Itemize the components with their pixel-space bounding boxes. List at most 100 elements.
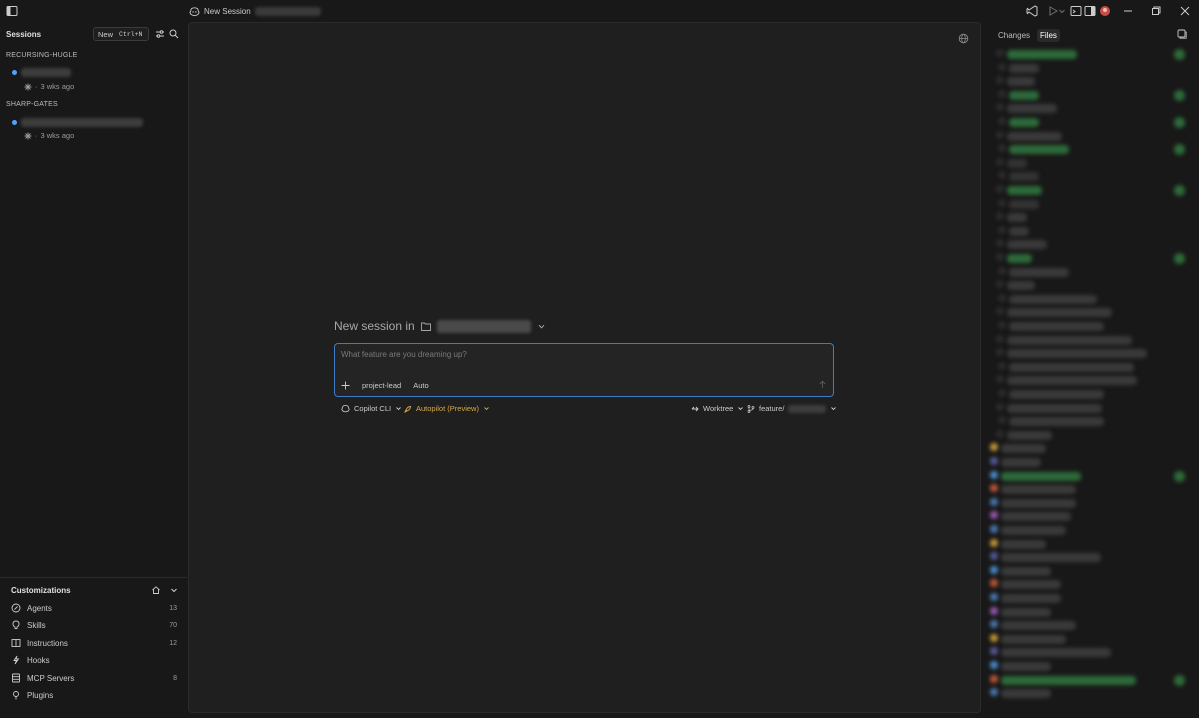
count: 70 xyxy=(169,621,177,629)
globe-icon[interactable] xyxy=(958,33,969,44)
tree-item[interactable] xyxy=(1007,335,1132,345)
agent-picker[interactable]: project-lead xyxy=(362,381,401,390)
tree-item[interactable] xyxy=(1001,675,1136,685)
tab-changes[interactable]: Changes xyxy=(995,29,1033,42)
prompt-input[interactable] xyxy=(341,350,821,359)
tree-item[interactable] xyxy=(1009,362,1134,372)
tree-item[interactable] xyxy=(1007,131,1062,141)
tree-item[interactable] xyxy=(1007,104,1057,114)
tree-item[interactable] xyxy=(1001,458,1041,467)
tree-item[interactable] xyxy=(1009,145,1069,155)
chevron-down-icon[interactable] xyxy=(169,585,179,595)
home-icon[interactable] xyxy=(151,585,161,595)
tree-item[interactable] xyxy=(1001,594,1061,603)
tree-item[interactable] xyxy=(1001,648,1111,658)
tree-item-icon xyxy=(996,334,1004,343)
tree-item[interactable] xyxy=(1007,240,1047,250)
vscode-icon[interactable] xyxy=(1026,5,1038,17)
tree-item[interactable] xyxy=(1001,444,1046,454)
worktree-icon xyxy=(691,406,699,411)
customization-plugins[interactable]: Plugins xyxy=(11,688,177,702)
tree-item[interactable] xyxy=(1001,662,1051,671)
tree-item-icon xyxy=(998,117,1006,125)
customization-hooks[interactable]: Hooks xyxy=(11,653,177,667)
close-icon[interactable] xyxy=(1179,5,1191,17)
redacted-folder-name[interactable] xyxy=(436,319,531,333)
tree-item[interactable] xyxy=(1009,226,1029,236)
tree-item-icon xyxy=(996,429,1004,438)
account-icon[interactable] xyxy=(1099,5,1111,17)
tree-item[interactable] xyxy=(1009,267,1069,277)
tree-item[interactable] xyxy=(1001,526,1066,535)
tree-item[interactable] xyxy=(1009,199,1039,209)
collapse-all-icon[interactable] xyxy=(1177,29,1187,39)
tree-item[interactable] xyxy=(1001,621,1076,631)
tab-files[interactable]: Files xyxy=(1037,29,1060,42)
tree-item[interactable] xyxy=(1001,512,1071,522)
branch-picker[interactable]: feature/ xyxy=(747,404,837,413)
tree-item[interactable] xyxy=(1007,376,1137,386)
tree-item[interactable] xyxy=(1009,294,1097,304)
tree-item[interactable] xyxy=(1007,308,1112,318)
tree-item[interactable] xyxy=(1001,553,1101,563)
chevron-down-icon xyxy=(831,407,837,411)
tree-item[interactable] xyxy=(1007,349,1147,359)
tree-item[interactable] xyxy=(1001,471,1081,481)
tree-item[interactable] xyxy=(1001,580,1061,590)
agents-icon xyxy=(11,603,21,613)
filter-icon[interactable] xyxy=(155,29,165,39)
tree-item[interactable] xyxy=(1007,403,1102,413)
backend-picker[interactable]: Copilot CLI xyxy=(341,404,402,413)
skills-icon xyxy=(12,620,20,629)
customization-agents[interactable]: Agents 13 xyxy=(11,601,177,615)
tree-item[interactable] xyxy=(1009,417,1104,427)
tree-item[interactable] xyxy=(1007,50,1077,59)
tree-item[interactable] xyxy=(1007,186,1042,195)
mode-picker[interactable]: Autopilot (Preview) xyxy=(404,404,490,413)
restore-icon[interactable] xyxy=(1150,5,1162,17)
tree-item[interactable] xyxy=(1001,485,1076,495)
chevron-down-icon[interactable] xyxy=(537,322,546,331)
tree-item[interactable] xyxy=(1007,430,1052,440)
tree-item[interactable] xyxy=(1001,539,1046,549)
tree-item[interactable] xyxy=(1001,498,1076,508)
tree-item-icon xyxy=(998,171,1006,180)
tree-item[interactable] xyxy=(1009,63,1039,73)
tree-item[interactable] xyxy=(1009,90,1039,100)
tree-item[interactable] xyxy=(1007,254,1032,263)
chevron-down-icon[interactable] xyxy=(1058,5,1066,17)
terminal-icon[interactable] xyxy=(1070,5,1082,17)
send-arrow-icon[interactable] xyxy=(818,380,827,389)
session-item[interactable]: · 3 wks ago xyxy=(0,117,187,143)
tree-item[interactable] xyxy=(1007,281,1035,291)
tree-item-icon xyxy=(996,49,1004,57)
main-panel: New session in project-lead Auto Copilot… xyxy=(188,22,981,713)
search-icon[interactable] xyxy=(169,29,179,39)
model-picker[interactable]: Auto xyxy=(413,381,428,390)
sidebar-toggle-icon[interactable] xyxy=(6,5,18,17)
session-item[interactable]: · 3 wks ago xyxy=(0,66,187,92)
worktree-picker[interactable]: Worktree xyxy=(691,404,744,413)
tree-item[interactable] xyxy=(1001,689,1051,699)
count: 12 xyxy=(169,639,177,647)
add-icon[interactable] xyxy=(341,381,350,390)
tree-item[interactable] xyxy=(1001,607,1051,617)
tree-item[interactable] xyxy=(1001,634,1066,644)
tree-item[interactable] xyxy=(1009,118,1039,127)
tree-item[interactable] xyxy=(1009,322,1104,331)
tree-item[interactable] xyxy=(1007,213,1027,223)
minimize-icon[interactable] xyxy=(1122,5,1134,17)
sessions-title: Sessions xyxy=(6,30,42,39)
customization-mcp-servers[interactable]: MCP Servers 8 xyxy=(11,671,177,685)
tree-item[interactable] xyxy=(1007,158,1027,168)
tree-item[interactable] xyxy=(1009,172,1039,182)
layout-icon[interactable] xyxy=(1084,5,1096,17)
tree-item-icon xyxy=(996,348,1004,357)
tree-item[interactable] xyxy=(1001,566,1051,576)
new-session-button[interactable]: New Ctrl+N xyxy=(93,27,150,41)
tree-item[interactable] xyxy=(1007,77,1035,87)
customization-instructions[interactable]: Instructions 12 xyxy=(11,636,177,650)
sparkle-icon xyxy=(24,132,32,139)
tree-item[interactable] xyxy=(1009,390,1104,399)
customization-skills[interactable]: Skills 70 xyxy=(11,618,177,632)
